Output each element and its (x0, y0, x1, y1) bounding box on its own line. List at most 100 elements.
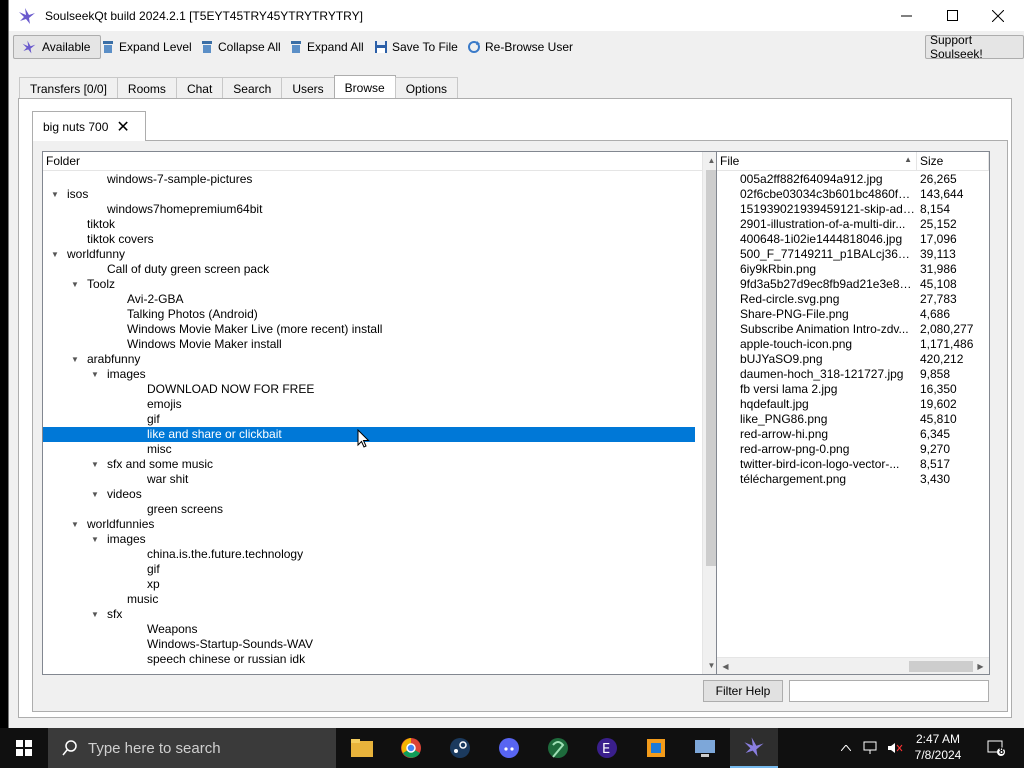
folder-tree-item[interactable]: Windows Movie Maker Live (more recent) i… (43, 322, 695, 337)
steam-app[interactable] (436, 728, 484, 768)
app-green[interactable] (534, 728, 582, 768)
file-name: red-arrow-hi.png (740, 427, 829, 441)
folder-tree-item[interactable]: ▼ videos (43, 487, 695, 502)
app-blue-orange[interactable] (632, 728, 680, 768)
user-tab[interactable]: big nuts 700 ✕ (32, 111, 146, 141)
folder-tree-item[interactable]: ▼ sfx and some music (43, 457, 695, 472)
save-to-file-button[interactable]: Save To File (374, 35, 458, 59)
show-hidden-icons[interactable] (836, 728, 856, 768)
folder-label: Windows Movie Maker install (127, 337, 282, 351)
file-explorer-app[interactable] (338, 728, 386, 768)
maximize-button[interactable] (929, 0, 975, 31)
file-list[interactable]: File ▲ Size 005a2ff882f64094a912.jpg 26,2… (716, 151, 990, 675)
folder-tree-item[interactable]: Weapons (43, 622, 695, 637)
expand-arrow-icon[interactable]: ▼ (71, 517, 79, 532)
expand-all-button[interactable]: Expand All (289, 35, 364, 59)
folder-tree-item[interactable]: Call of duty green screen pack (43, 262, 695, 277)
file-horizontal-scrollbar[interactable]: ◀ ▶ (717, 657, 989, 674)
folder-tree-item[interactable]: ▼ isos (43, 187, 695, 202)
available-status-button[interactable]: Available (13, 35, 102, 59)
folder-tree-item[interactable]: war shit (43, 472, 695, 487)
scroll-thumb[interactable] (909, 661, 973, 672)
folder-tree-item[interactable]: DOWNLOAD NOW FOR FREE (43, 382, 695, 397)
folder-tree-item[interactable]: windows7homepremium64bit (43, 202, 695, 217)
taskbar-clock[interactable]: 2:47 AM 7/8/2024 (906, 731, 970, 763)
expand-arrow-icon[interactable]: ▼ (91, 487, 99, 502)
file-size: 4,686 (920, 307, 951, 321)
close-window-button[interactable] (975, 0, 1021, 31)
folder-tree-item[interactable]: green screens (43, 502, 695, 517)
tab-search[interactable]: Search (222, 77, 283, 99)
volume-muted-icon (888, 743, 903, 753)
close-user-tab-icon[interactable]: ✕ (116, 117, 129, 137)
expand-level-button[interactable]: Expand Level (101, 35, 192, 59)
folder-tree-item[interactable]: xp (43, 577, 695, 592)
start-button[interactable] (0, 728, 48, 768)
folder-tree-item[interactable]: ▼ images (43, 367, 695, 382)
expand-arrow-icon[interactable]: ▼ (71, 352, 79, 367)
folder-tree-item[interactable]: emojis (43, 397, 695, 412)
app-monitor[interactable] (681, 728, 729, 768)
folder-tree-item[interactable]: ▼ worldfunnies (43, 517, 695, 532)
folder-tree-item[interactable]: ▼ arabfunny (43, 352, 695, 367)
expand-arrow-icon[interactable]: ▼ (91, 607, 99, 622)
scroll-left-icon[interactable]: ◀ (717, 658, 734, 674)
expand-arrow-icon[interactable]: ▼ (91, 457, 99, 472)
file-name: téléchargement.png (740, 472, 847, 486)
folder-tree-item[interactable]: Avi-2-GBA (43, 292, 695, 307)
folder-tree-item[interactable]: ▼ worldfunny (43, 247, 695, 262)
title-bar[interactable]: SoulseekQt build 2024.2.1 [T5EYT45TRY45Y… (9, 0, 1024, 31)
epic-app[interactable]: E (583, 728, 631, 768)
expand-arrow-icon[interactable]: ▼ (51, 247, 59, 262)
folder-tree-item[interactable]: gif (43, 562, 695, 577)
expand-arrow-icon[interactable]: ▼ (91, 532, 99, 547)
scroll-right-icon[interactable]: ▶ (972, 658, 989, 674)
taskbar-search-box[interactable]: Type here to search (48, 728, 336, 768)
folder-label: isos (67, 187, 89, 201)
expand-arrow-icon[interactable]: ▼ (71, 277, 79, 292)
windows-taskbar: Type here to search E 2:47 AM 7/8/2024 8 (0, 728, 1024, 768)
tab-label: Browse (344, 80, 385, 95)
folder-tree-item[interactable]: ▼ Toolz (43, 277, 695, 292)
collapse-all-button[interactable]: Collapse All (200, 35, 281, 59)
folder-tree-item[interactable]: ▼ sfx (43, 607, 695, 622)
folder-tree-item[interactable]: ▼ images (43, 532, 695, 547)
tab-transfers[interactable]: Transfers [0/0] (19, 77, 118, 99)
folder-label: china.is.the.future.technology (147, 547, 304, 561)
discord-app[interactable] (485, 728, 533, 768)
folder-label: gif (147, 412, 160, 426)
filter-help-button[interactable]: Filter Help (703, 680, 783, 702)
folder-tree-item[interactable]: tiktok covers (43, 232, 695, 247)
size-column-header[interactable]: Size (917, 152, 989, 171)
network-tray-icon[interactable] (860, 728, 882, 768)
folder-tree-item[interactable]: china.is.the.future.technology (43, 547, 695, 562)
folder-tree-item[interactable]: speech chinese or russian idk (43, 652, 695, 667)
volume-tray-icon[interactable] (884, 728, 906, 768)
tab-users[interactable]: Users (281, 77, 335, 99)
file-name: red-arrow-png-0.png (740, 442, 850, 456)
folder-tree[interactable]: Folder windows-7-sample-pictures ▼ isos win… (42, 151, 720, 675)
minimize-button[interactable] (883, 0, 929, 31)
folder-tree-item[interactable]: Windows-Startup-Sounds-WAV (43, 637, 695, 652)
folder-tree-item[interactable]: music (43, 592, 695, 607)
folder-tree-item[interactable]: Talking Photos (Android) (43, 307, 695, 322)
chrome-app[interactable] (387, 728, 435, 768)
expand-arrow-icon[interactable]: ▼ (51, 187, 59, 202)
tab-chat[interactable]: Chat (175, 77, 224, 99)
tab-browse[interactable]: Browse (333, 75, 396, 99)
rebrowse-user-button[interactable]: Re-Browse User (467, 35, 573, 59)
soulseek-taskbar-app[interactable] (730, 728, 778, 768)
filter-input[interactable] (789, 680, 989, 702)
tab-rooms[interactable]: Rooms (116, 77, 177, 99)
folder-tree-item[interactable]: windows-7-sample-pictures (43, 172, 695, 187)
tab-options[interactable]: Options (394, 77, 459, 99)
folder-tree-item[interactable]: gif (43, 412, 695, 427)
folder-column-header[interactable]: Folder (43, 152, 719, 171)
folder-tree-item[interactable]: tiktok (43, 217, 695, 232)
folder-tree-item[interactable]: Windows Movie Maker install (43, 337, 695, 352)
support-soulseek-button[interactable]: Support Soulseek! (925, 33, 1024, 61)
windows-logo-icon (16, 740, 32, 756)
file-column-header[interactable]: File ▲ (717, 152, 917, 171)
notification-center-button[interactable]: 8 (978, 728, 1014, 768)
expand-arrow-icon[interactable]: ▼ (91, 367, 99, 382)
